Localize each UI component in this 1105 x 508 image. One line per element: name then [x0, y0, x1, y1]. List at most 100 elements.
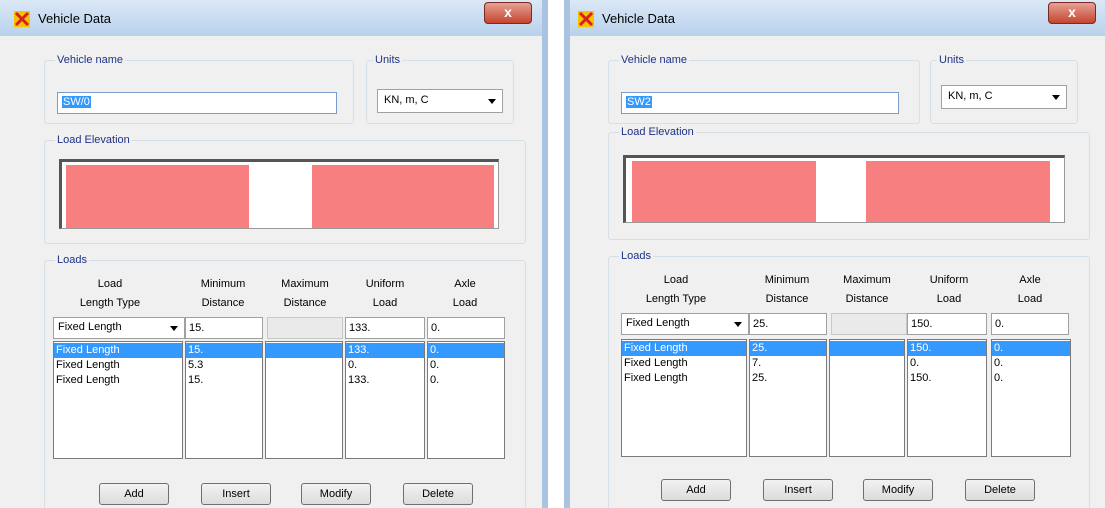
length-type-list[interactable]: Fixed Length Fixed Length Fixed Length — [53, 341, 183, 459]
list-item[interactable] — [830, 341, 904, 356]
axle-load-list[interactable]: 0. 0. 0. — [427, 341, 505, 459]
header-length-type: Load Length Type — [645, 274, 707, 305]
loads-label: Loads — [619, 250, 653, 263]
list-item[interactable]: 0. — [992, 356, 1070, 371]
list-item[interactable]: Fixed Length — [54, 343, 182, 358]
list-item[interactable]: 0. — [908, 356, 986, 371]
uniform-load-input[interactable]: 150. — [907, 313, 987, 335]
units-value: KN, m, C — [948, 90, 993, 102]
chevron-down-icon — [1052, 95, 1060, 100]
list-item[interactable]: 25. — [750, 371, 826, 386]
uniform-load-list[interactable]: 133. 0. 133. — [345, 341, 425, 459]
axle-load-input[interactable]: 0. — [991, 313, 1069, 335]
list-item[interactable]: 0. — [992, 341, 1070, 356]
list-item[interactable]: 150. — [908, 371, 986, 386]
delete-button[interactable]: Delete — [965, 479, 1035, 501]
length-type-value: Fixed Length — [626, 317, 690, 329]
max-distance-list[interactable] — [265, 341, 343, 459]
sap-x-icon — [14, 11, 30, 27]
list-item[interactable]: Fixed Length — [54, 358, 182, 373]
uniform-load-input[interactable]: 133. — [345, 317, 425, 339]
list-item[interactable] — [266, 373, 342, 388]
load-elevation-plot — [623, 155, 1065, 223]
units-group: Units KN, m, C — [366, 54, 514, 124]
header-length-type: Load Length Type — [79, 278, 141, 309]
header-min-distance: Minimum Distance — [200, 278, 246, 309]
chevron-down-icon — [170, 326, 178, 331]
list-item[interactable] — [830, 356, 904, 371]
title-bar: Vehicle Data x — [0, 0, 548, 36]
header-axle-load: Axle Load — [452, 278, 478, 309]
window-title: Vehicle Data — [602, 11, 675, 26]
close-button[interactable]: x — [1048, 2, 1096, 24]
max-distance-input — [831, 313, 907, 335]
min-distance-list[interactable]: 15. 5.3 15. — [185, 341, 263, 459]
sap-x-icon — [578, 11, 594, 27]
insert-button[interactable]: Insert — [201, 483, 271, 505]
vehicle-name-input[interactable]: SW2 — [621, 92, 899, 114]
length-type-list[interactable]: Fixed Length Fixed Length Fixed Length — [621, 339, 747, 457]
header-max-distance: Maximum Distance — [281, 278, 329, 309]
list-item[interactable]: 7. — [750, 356, 826, 371]
window-title: Vehicle Data — [38, 11, 111, 26]
list-item[interactable]: 133. — [346, 373, 424, 388]
vehicle-name-value: SW/0 — [62, 96, 91, 108]
list-item[interactable]: 0. — [428, 373, 504, 388]
list-item[interactable]: 0. — [428, 343, 504, 358]
list-item[interactable]: 0. — [346, 358, 424, 373]
chevron-down-icon — [488, 99, 496, 104]
max-distance-input — [267, 317, 343, 339]
vehicle-name-input[interactable]: SW/0 — [57, 92, 337, 114]
axle-load-input[interactable]: 0. — [427, 317, 505, 339]
min-distance-input[interactable]: 15. — [185, 317, 263, 339]
loads-group: Loads Load Length Type Minimum Distance Ma… — [44, 254, 526, 508]
vehicle-data-dialog-left: Vehicle Data x Vehicle name SW/0 Units K… — [0, 0, 548, 508]
units-label: Units — [937, 54, 967, 67]
units-group: Units KN, m, C — [930, 54, 1078, 124]
add-button[interactable]: Add — [661, 479, 731, 501]
list-item[interactable]: Fixed Length — [622, 356, 746, 371]
list-item[interactable]: Fixed Length — [622, 341, 746, 356]
close-button[interactable]: x — [484, 2, 532, 24]
list-item[interactable]: 0. — [992, 371, 1070, 386]
list-item[interactable] — [830, 371, 904, 386]
modify-button[interactable]: Modify — [301, 483, 371, 505]
list-item[interactable] — [266, 343, 342, 358]
load-elevation-group: Load Elevation — [608, 126, 1090, 240]
length-type-value: Fixed Length — [58, 321, 122, 333]
delete-button[interactable]: Delete — [403, 483, 473, 505]
list-item[interactable]: Fixed Length — [54, 373, 182, 388]
list-item[interactable]: 25. — [750, 341, 826, 356]
vehicle-name-label: Vehicle name — [619, 54, 690, 67]
list-item[interactable]: 15. — [186, 373, 262, 388]
load-bar-1 — [66, 165, 249, 228]
list-item[interactable]: 0. — [428, 358, 504, 373]
vehicle-name-label: Vehicle name — [55, 54, 126, 67]
list-item[interactable]: 5.3 — [186, 358, 262, 373]
chevron-down-icon — [734, 322, 742, 327]
list-item[interactable]: Fixed Length — [622, 371, 746, 386]
min-distance-list[interactable]: 25. 7. 25. — [749, 339, 827, 457]
axle-load-list[interactable]: 0. 0. 0. — [991, 339, 1071, 457]
length-type-dropdown[interactable]: Fixed Length — [621, 313, 749, 335]
min-distance-input[interactable]: 25. — [749, 313, 827, 335]
units-label: Units — [373, 54, 403, 67]
load-bar-2 — [866, 161, 1050, 222]
vehicle-name-group: Vehicle name SW/0 — [44, 54, 354, 124]
list-item[interactable]: 133. — [346, 343, 424, 358]
units-dropdown[interactable]: KN, m, C — [941, 85, 1067, 109]
header-max-distance: Maximum Distance — [843, 274, 891, 305]
list-item[interactable]: 150. — [908, 341, 986, 356]
header-uniform-load: Uniform Load — [365, 278, 405, 309]
add-button[interactable]: Add — [99, 483, 169, 505]
list-item[interactable] — [266, 358, 342, 373]
list-item[interactable]: 15. — [186, 343, 262, 358]
uniform-load-list[interactable]: 150. 0. 150. — [907, 339, 987, 457]
units-dropdown[interactable]: KN, m, C — [377, 89, 503, 113]
insert-button[interactable]: Insert — [763, 479, 833, 501]
modify-button[interactable]: Modify — [863, 479, 933, 501]
load-bar-2 — [312, 165, 494, 228]
title-bar: Vehicle Data x — [564, 0, 1105, 36]
max-distance-list[interactable] — [829, 339, 905, 457]
length-type-dropdown[interactable]: Fixed Length — [53, 317, 185, 339]
